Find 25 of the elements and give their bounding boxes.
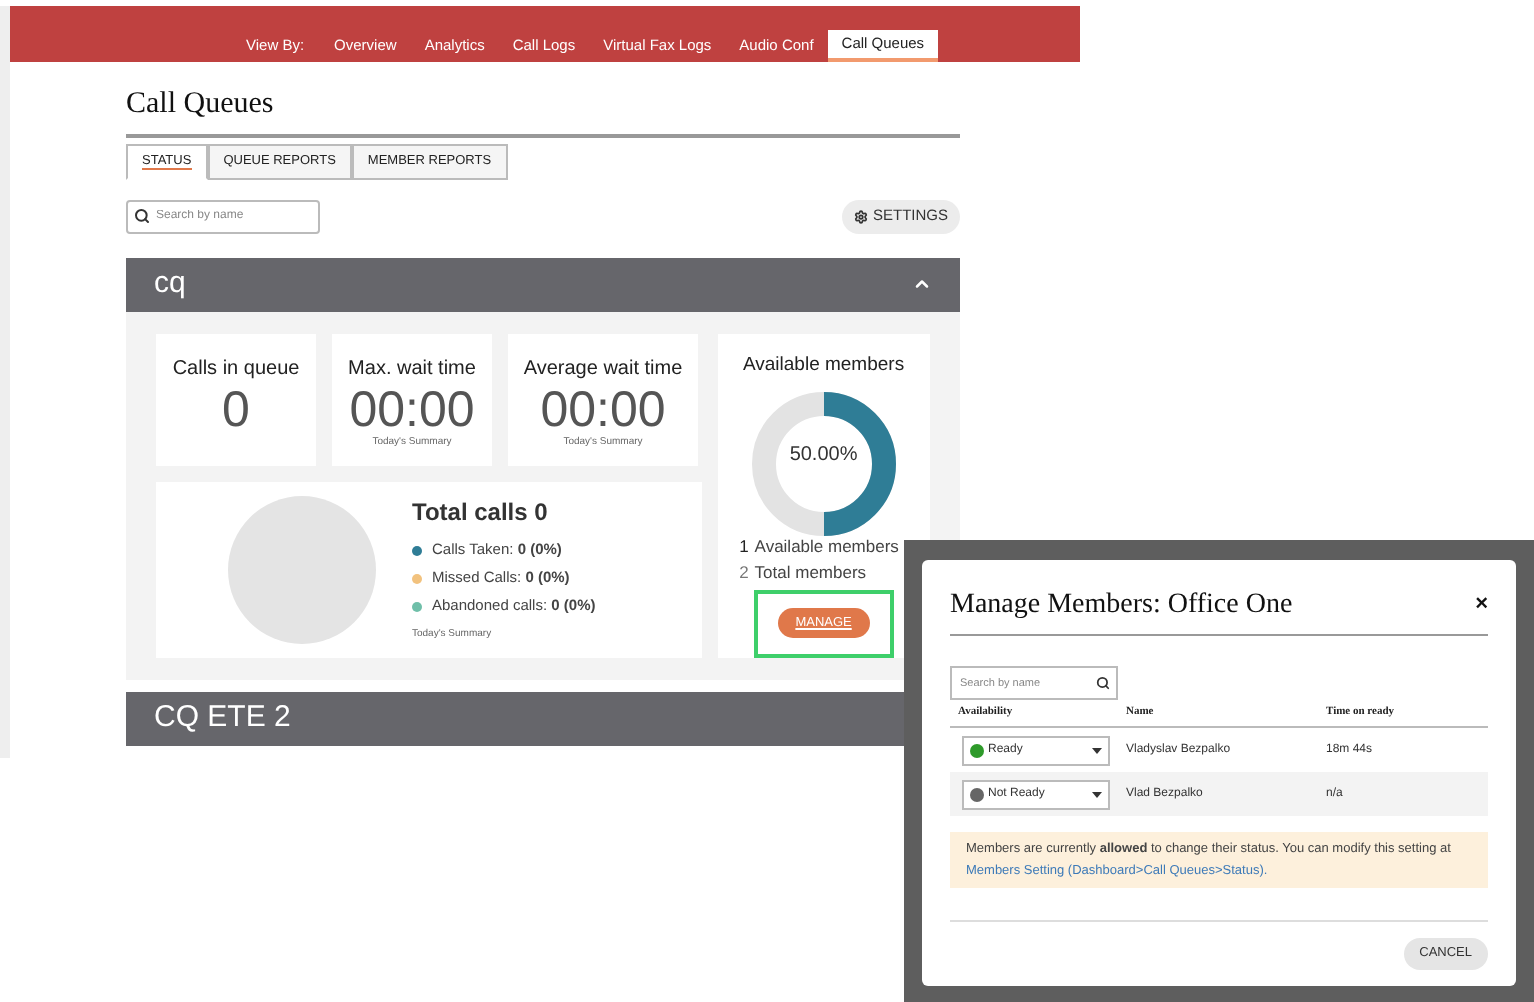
caret-icon bbox=[1092, 747, 1102, 753]
members-title: Available members bbox=[742, 351, 905, 379]
stat-label: Calls in queue bbox=[172, 355, 300, 383]
page-title: Call Queues bbox=[126, 82, 960, 137]
available-label: Available members bbox=[754, 533, 899, 560]
caret-icon bbox=[1092, 791, 1102, 797]
dialog-title: Manage Members: Office One bbox=[950, 588, 1293, 624]
stat-value: 00:00 bbox=[540, 383, 666, 435]
total-count: 2 bbox=[739, 559, 749, 586]
queue-name: cq bbox=[154, 263, 186, 304]
stat-value: 00:00 bbox=[349, 383, 475, 435]
queue-header[interactable]: cq bbox=[126, 257, 960, 311]
total-label: Total members bbox=[754, 559, 867, 586]
stat-label: Average wait time bbox=[523, 355, 683, 383]
donut-percent: 50.00% bbox=[789, 441, 858, 470]
stat-label: Max. wait time bbox=[348, 355, 476, 383]
gear-icon bbox=[854, 209, 869, 223]
close-button[interactable]: × bbox=[1475, 594, 1488, 616]
collapse-icon[interactable] bbox=[912, 274, 932, 294]
total-calls-title: Total calls 0 bbox=[412, 496, 550, 531]
search-icon bbox=[1096, 676, 1110, 690]
search-icon bbox=[134, 208, 150, 224]
queue-name: CQ ETE 2 bbox=[154, 697, 291, 738]
available-count: 1 bbox=[739, 533, 749, 560]
stat-value: 0 bbox=[222, 383, 250, 435]
